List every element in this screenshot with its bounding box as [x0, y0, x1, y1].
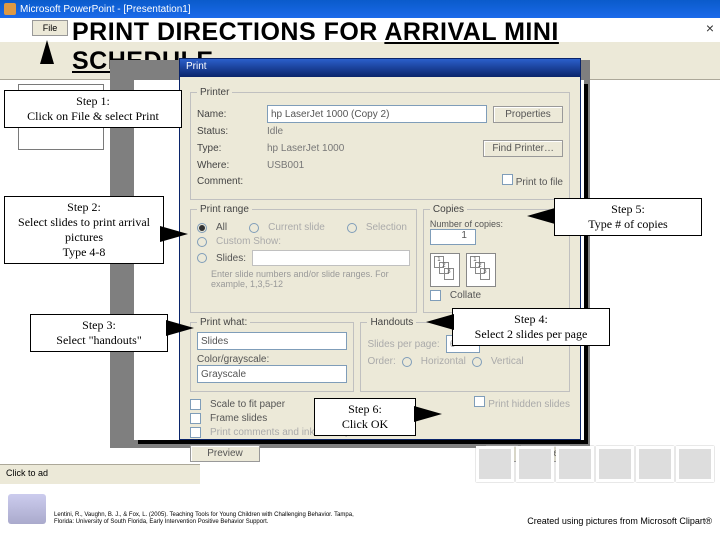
all-radio[interactable]	[197, 223, 207, 233]
per-label: Slides per page:	[367, 339, 439, 350]
step2-arrow	[160, 226, 188, 242]
color-combo[interactable]: Grayscale	[197, 365, 347, 383]
type-label: Type:	[197, 143, 261, 154]
clipart-1	[476, 446, 514, 482]
clipart-5	[636, 446, 674, 482]
horizontal-radio[interactable]	[402, 357, 412, 367]
step1-callout: Step 1:Click on File & select Print	[4, 90, 182, 128]
preview-button[interactable]: Preview	[190, 445, 260, 462]
custom-radio[interactable]	[197, 237, 207, 247]
collate-preview-2: 123	[466, 253, 496, 287]
print-what-combo[interactable]: Slides	[197, 332, 347, 350]
step4-arrow	[426, 314, 454, 330]
file-menu[interactable]: File	[32, 20, 68, 36]
print-what-group: Print what: Slides Color/grayscale: Gray…	[190, 317, 354, 392]
hidden-label: Print hidden slides	[488, 399, 570, 410]
frame-checkbox[interactable]	[190, 413, 201, 424]
where-label: Where:	[197, 160, 261, 171]
vertical-radio[interactable]	[472, 357, 482, 367]
printer-name-combo[interactable]: hp LaserJet 1000 (Copy 2)	[267, 105, 487, 123]
printer-group: Printer Name: hp LaserJet 1000 (Copy 2) …	[190, 87, 570, 200]
step2-callout: Step 2:Select slides to print arrival pi…	[4, 196, 164, 264]
slides-radio[interactable]	[197, 253, 207, 263]
name-label: Name:	[197, 109, 261, 120]
collate-checkbox[interactable]	[430, 290, 441, 301]
footer-credit: Created using pictures from Microsoft Cl…	[527, 516, 712, 526]
custom-label: Custom Show:	[216, 236, 281, 247]
comment-label: Comment:	[197, 176, 261, 187]
step5-callout: Step 5:Type # of copies	[554, 198, 702, 236]
step3-arrow	[166, 320, 194, 336]
print-dialog: Print Printer Name: hp LaserJet 1000 (Co…	[179, 58, 581, 440]
logo-icon	[8, 494, 46, 524]
dialog-title: Print	[180, 59, 580, 77]
clipart-3	[556, 446, 594, 482]
clipart-strip	[476, 446, 714, 482]
frame-label: Frame slides	[210, 413, 267, 424]
horizontal-label: Horizontal	[421, 356, 466, 367]
print-to-file-checkbox[interactable]	[502, 174, 513, 185]
step3-callout: Step 3:Select "handouts"	[30, 314, 168, 352]
selection-radio[interactable]	[347, 223, 357, 233]
comments-checkbox[interactable]	[190, 427, 201, 438]
step1-arrow	[40, 40, 54, 64]
selection-label: Selection	[366, 222, 407, 233]
hidden-checkbox[interactable]	[474, 396, 485, 407]
clipart-2	[516, 446, 554, 482]
current-label: Current slide	[268, 222, 325, 233]
vertical-label: Vertical	[491, 356, 524, 367]
step5-arrow	[527, 208, 555, 224]
range-legend: Print range	[197, 204, 252, 215]
current-radio[interactable]	[249, 223, 259, 233]
where-value: USB001	[267, 160, 304, 171]
step4-callout: Step 4:Select 2 slides per page	[452, 308, 610, 346]
status-label: Status:	[197, 126, 261, 137]
step6-callout: Step 6:Click OK	[314, 398, 416, 436]
print-to-file-label: Print to file	[516, 177, 563, 188]
app-titlebar: Microsoft PowerPoint - [Presentation1]	[0, 0, 720, 18]
order-label: Order:	[367, 356, 395, 367]
find-printer-button[interactable]: Find Printer…	[483, 140, 563, 157]
status-bar: Click to ad	[0, 464, 200, 484]
clipart-4	[596, 446, 634, 482]
properties-button[interactable]: Properties	[493, 106, 563, 123]
scale-label: Scale to fit paper	[210, 399, 285, 410]
range-hint: Enter slide numbers and/or slide ranges.…	[211, 269, 410, 289]
app-title: Microsoft PowerPoint - [Presentation1]	[20, 4, 191, 15]
scale-checkbox[interactable]	[190, 399, 201, 410]
copies-input[interactable]: 1	[430, 229, 476, 245]
title-prefix: PRINT DIRECTIONS FOR	[72, 18, 384, 46]
powerpoint-icon	[4, 3, 16, 15]
copies-legend: Copies	[430, 204, 467, 215]
printwhat-legend: Print what:	[197, 317, 250, 328]
step6-arrow	[414, 406, 442, 422]
close-icon[interactable]: ×	[706, 20, 714, 36]
print-range-group: Print range All Current slide Selection …	[190, 204, 417, 313]
printer-legend: Printer	[197, 87, 232, 98]
color-label: Color/grayscale:	[197, 354, 347, 365]
slides-input[interactable]	[252, 250, 410, 266]
clipart-6	[676, 446, 714, 482]
slides-label: Slides:	[216, 253, 246, 264]
handouts-legend: Handouts	[367, 317, 416, 328]
type-value: hp LaserJet 1000	[267, 143, 344, 154]
collate-preview-1: 123	[430, 253, 460, 287]
collate-label: Collate	[450, 290, 481, 301]
all-label: All	[216, 222, 227, 233]
citation-text: Lentini, R., Vaughn, B. J., & Fox, L. (2…	[54, 512, 354, 526]
status-value: Idle	[267, 126, 283, 137]
